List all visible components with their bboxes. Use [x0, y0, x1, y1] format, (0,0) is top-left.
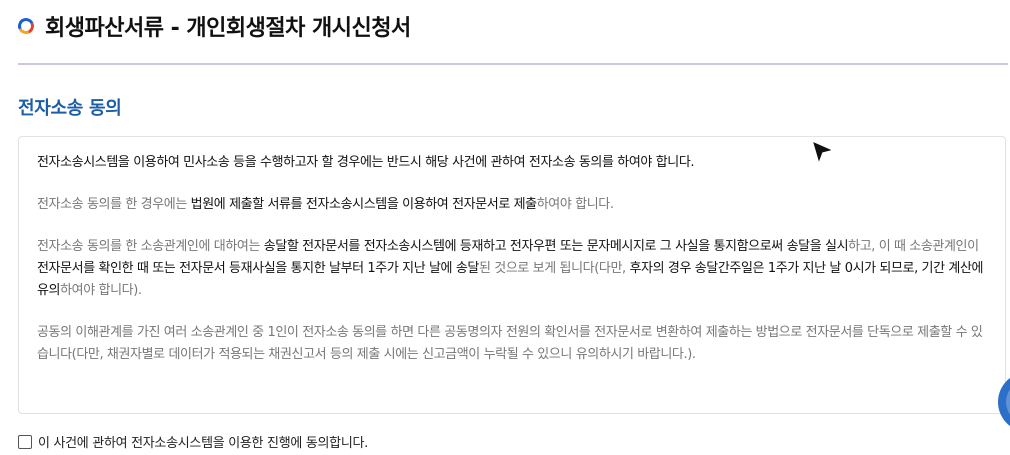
- page-title: 회생파산서류 - 개인회생절차 개시신청서: [45, 16, 411, 41]
- consent-paragraph-4: 공동의 이해관계를 가진 여러 소송관계인 중 1인이 전자소송 동의를 하면 …: [37, 325, 983, 362]
- consent-paragraph-2-part-c: 하여야 합니다.: [536, 197, 614, 212]
- consent-paragraph-3: 전자소송 동의를 한 소송관계인에 대하여는 송달할 전자문서를 전자소송시스템…: [37, 236, 987, 302]
- consent-text-box[interactable]: 전자소송시스템을 이용하여 민사소송 등을 수행하고자 할 경우에는 반드시 해…: [18, 136, 1006, 414]
- consent-paragraph-3-part-e: 된 것으로 보게 됩니다(다만,: [478, 261, 630, 276]
- consent-paragraph-2-part-a: 전자소송 동의를 한 경우에는: [37, 197, 191, 212]
- consent-paragraph-3-part-g: 하여야 합니다).: [60, 283, 142, 298]
- consent-paragraph-3-part-c: 하고, 이 때 소송관계인이: [848, 239, 979, 254]
- consent-paragraph-2: 전자소송 동의를 한 경우에는 법원에 제출할 서류를 전자소송시스템을 이용하…: [37, 194, 987, 216]
- mouse-cursor-icon: [813, 142, 831, 162]
- consent-paragraph-3-highlight-1: 송달할 전자문서를 전자소송시스템에 등재하고 전자우편 또는 문자메시지로 그…: [263, 239, 849, 254]
- title-row: 회생파산서류 - 개인회생절차 개시신청서: [15, 10, 411, 42]
- agree-label: 이 사건에 관하여 전자소송시스템을 이용한 진행에 동의합니다.: [38, 436, 368, 451]
- consent-paragraph-2-highlight: 법원에 제출할 서류를 전자소송시스템을 이용하여 전자문서로 제출: [190, 197, 537, 212]
- agree-checkbox-row[interactable]: 이 사건에 관하여 전자소송시스템을 이용한 진행에 동의합니다.: [18, 432, 368, 451]
- section-heading: 전자소송 동의: [18, 98, 122, 119]
- consent-paragraph-3-highlight-2: 전자문서를 확인한 때 또는 전자문서 등재사실을 통지한 날부터 1주가 지난…: [37, 261, 479, 276]
- ring-bullet-icon: [15, 15, 37, 37]
- agree-checkbox[interactable]: [18, 434, 32, 449]
- consent-paragraph-1: 전자소송시스템을 이용하여 민사소송 등을 수행하고자 할 경우에는 반드시 해…: [37, 155, 695, 170]
- title-divider: [18, 63, 1008, 65]
- consent-paragraph-3-part-a: 전자소송 동의를 한 소송관계인에 대하여는: [37, 239, 264, 254]
- page: 회생파산서류 - 개인회생절차 개시신청서 전자소송 동의 전자소송시스템을 이…: [0, 0, 1010, 455]
